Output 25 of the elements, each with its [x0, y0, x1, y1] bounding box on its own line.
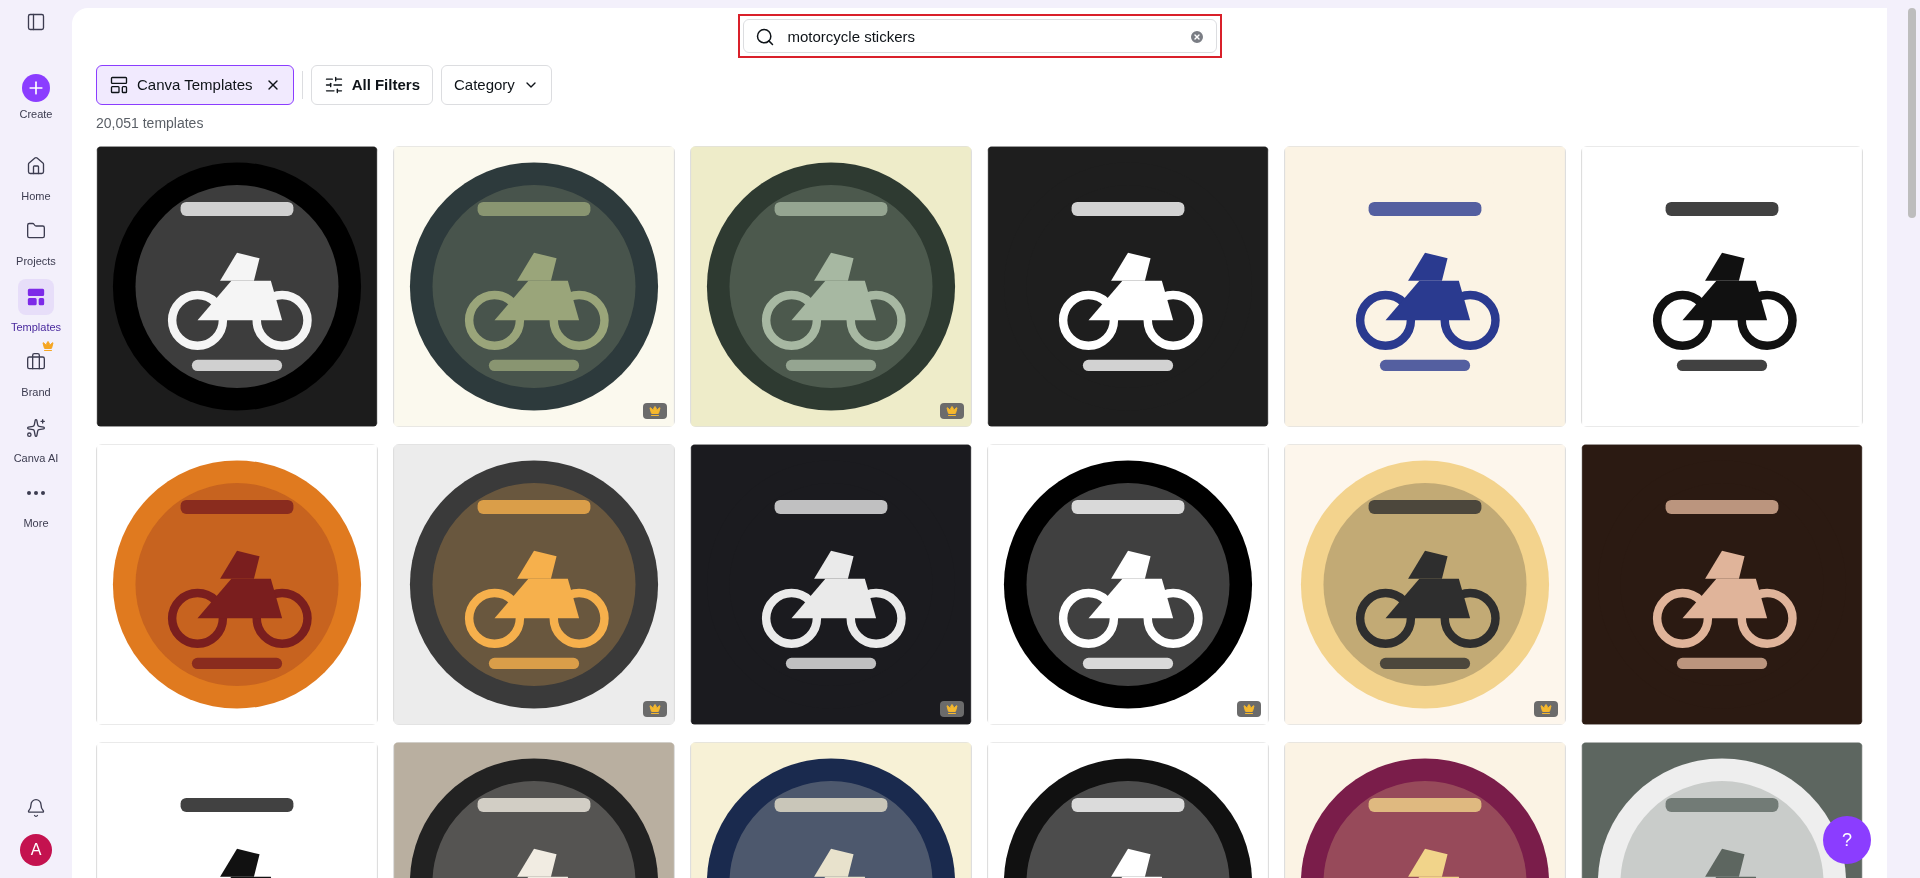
notification-icon[interactable]	[26, 798, 46, 818]
create-button[interactable]: Create	[19, 74, 53, 123]
templates-icon	[26, 286, 46, 307]
sidebar-item[interactable]: Brand	[18, 344, 54, 401]
sparkle-icon	[26, 417, 46, 438]
more-icon	[27, 491, 45, 495]
sidebar-item[interactable]: More	[18, 475, 54, 532]
sidebar-item[interactable]: Templates	[10, 278, 62, 335]
template-count: 20,051 templates	[96, 114, 204, 133]
templates-icon	[109, 75, 129, 95]
sliders-icon	[323, 75, 344, 95]
sidebar-item[interactable]: Home	[18, 147, 54, 204]
sidebar-item[interactable]: Canva AI	[13, 409, 59, 466]
sidebar-toggle-icon[interactable]	[26, 12, 46, 32]
filter-chip[interactable]: Canva Templates	[96, 65, 294, 105]
scrollbar[interactable]	[1908, 8, 1916, 218]
sidebar-item[interactable]: Projects	[16, 213, 56, 270]
home-icon	[26, 155, 46, 176]
folder-icon	[26, 221, 46, 241]
search-field[interactable]: motorcycle stickers	[742, 19, 1217, 53]
all-filters-button[interactable]: All Filters	[310, 65, 433, 105]
search-icon	[754, 27, 775, 47]
briefcase-icon	[26, 352, 46, 372]
avatar[interactable]: A	[20, 834, 52, 866]
category-dropdown[interactable]: Category	[441, 65, 552, 105]
